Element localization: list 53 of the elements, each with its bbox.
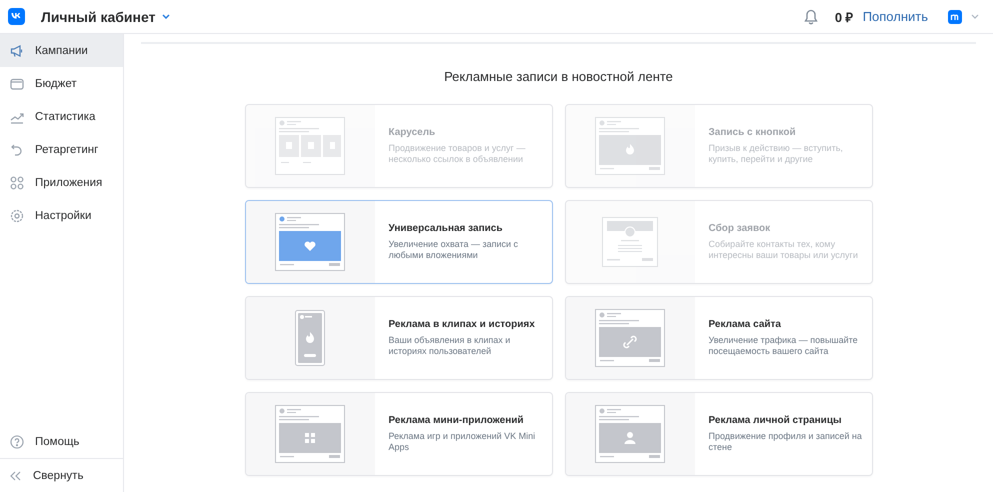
grid-icon	[10, 176, 24, 190]
vk-logo-icon[interactable]	[8, 8, 25, 25]
wallet-icon	[10, 76, 24, 90]
card-description: Призыв к действию — вступить, купить, перейти и другие	[708, 142, 844, 166]
card-description: Увеличение охвата — записи с любыми вложениями	[388, 238, 520, 262]
card-description: Собирайте контакты тех, кому интересны ваши товары или услуги	[708, 238, 859, 262]
ad-format-card[interactable]: Реклама мини-приложений Реклама игр и приложений VK Mini Apps	[244, 392, 552, 476]
card-description: Увеличение трафика — повышайте посещаемость вашего сайта	[708, 334, 859, 358]
card-title: Универсальная запись	[388, 222, 504, 234]
card-title: Запись с кнопкой	[708, 126, 797, 138]
card-title: Реклама сайта	[708, 318, 782, 330]
post-preview-drawing	[595, 309, 665, 367]
settings-icon	[10, 208, 24, 222]
post-preview-drawing	[595, 117, 665, 175]
card-description: Продвижение товаров и услуг — несколько ссылок в объявлении	[388, 142, 526, 166]
cabinet-title[interactable]: Личный кабинет	[41, 8, 156, 24]
sidebar-item[interactable]: Кампании	[0, 34, 123, 67]
chevron-down-icon[interactable]	[971, 14, 979, 19]
post-preview-drawing	[602, 217, 658, 267]
sidebar-item[interactable]: Приложения	[0, 166, 123, 199]
help-item[interactable]: Помощь	[0, 425, 123, 458]
bell-icon[interactable]	[804, 8, 818, 24]
card-description: Ваши объявления в клипах и историях пользователей	[388, 334, 512, 358]
post-preview-drawing	[295, 310, 325, 366]
sidebar-item[interactable]: Статистика	[0, 100, 123, 133]
card-title: Реклама личной страницы	[708, 414, 843, 426]
balance-amount: 0 ₽	[834, 8, 854, 26]
sidebar-item[interactable]: Бюджет	[0, 67, 123, 100]
card-description: Продвижение профиля и записей на стене	[708, 430, 863, 454]
ad-format-card[interactable]: Реклама в клипах и историях Ваши объявления в клипах и историях пользователей	[244, 296, 552, 380]
collapse-item[interactable]: Свернуть	[0, 458, 123, 492]
card-title: Реклама в клипах и историях	[388, 318, 536, 330]
card-title: Реклама мини-приложений	[388, 414, 525, 426]
megaphone-icon	[10, 44, 24, 58]
post-preview-drawing	[275, 117, 345, 175]
chevron-down-icon[interactable]	[162, 14, 170, 19]
ad-format-card[interactable]: Реклама личной страницы Продвижение профиля и записей на стене	[564, 392, 872, 476]
card-title: Карусель	[388, 126, 436, 138]
post-preview-drawing	[275, 405, 345, 463]
ad-format-card[interactable]: Универсальная запись Увеличение охвата — записи с любыми вложениями	[244, 200, 552, 284]
post-preview-drawing	[275, 213, 345, 271]
section-title: Рекламные записи в новостной ленте	[444, 69, 673, 84]
return-arrow-icon	[10, 142, 24, 156]
sidebar-item[interactable]: Настройки	[0, 199, 123, 232]
card-title: Сбор заявок	[708, 222, 772, 234]
post-preview-drawing	[595, 405, 665, 463]
avatar-icon[interactable]	[948, 10, 962, 24]
card-description: Реклама игр и приложений VK Mini Apps	[388, 430, 536, 454]
double-chevron-left-icon	[10, 470, 22, 480]
top-up-link[interactable]: Пополнить	[862, 9, 928, 24]
sidebar-item[interactable]: Ретаргетинг	[0, 133, 123, 166]
help-icon	[10, 434, 24, 448]
ad-format-card[interactable]: Реклама сайта Увеличение трафика — повышайте посещаемость вашего сайта	[564, 296, 872, 380]
